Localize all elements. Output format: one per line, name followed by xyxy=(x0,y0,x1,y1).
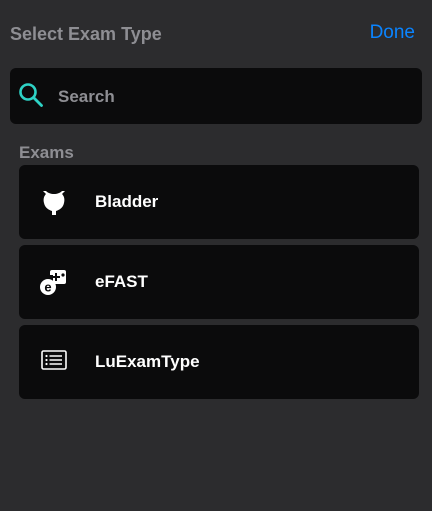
exam-item-efast[interactable]: e eFAST xyxy=(19,245,419,319)
search-input[interactable] xyxy=(56,82,400,112)
exam-item-label: Bladder xyxy=(95,192,159,211)
exam-item-bladder[interactable]: Bladder xyxy=(19,165,419,239)
search-bar xyxy=(10,68,422,124)
page-title: Select Exam Type xyxy=(10,24,162,44)
search-icon xyxy=(19,83,43,107)
list-icon xyxy=(41,350,67,370)
svg-text:e: e xyxy=(44,280,51,295)
section-label-exams: Exams xyxy=(19,143,74,162)
exam-item-label: eFAST xyxy=(95,272,148,291)
exam-item-label: LuExamType xyxy=(95,352,200,371)
efast-icon: e xyxy=(40,270,66,295)
exam-list: Bladder e eFAST LuExamType xyxy=(19,165,419,405)
done-button[interactable]: Done xyxy=(370,22,415,44)
bladder-icon xyxy=(43,191,65,215)
exam-item-luexamtype[interactable]: LuExamType xyxy=(19,325,419,399)
